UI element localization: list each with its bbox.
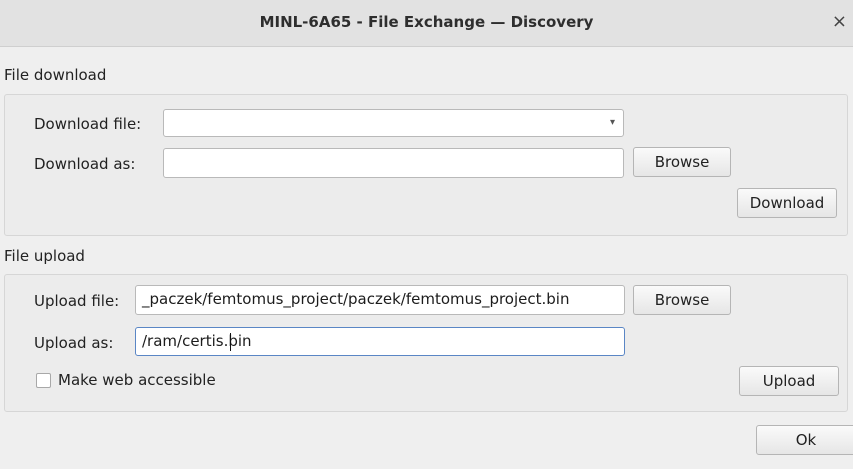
upload-browse-button[interactable]: Browse: [633, 285, 731, 315]
download-browse-button[interactable]: Browse: [633, 147, 731, 177]
make-web-accessible-checkbox[interactable]: [36, 373, 51, 388]
ok-button[interactable]: Ok: [756, 425, 853, 455]
upload-file-label: Upload file:: [34, 292, 120, 310]
make-web-accessible-label[interactable]: Make web accessible: [58, 371, 216, 389]
title-bar: MINL-6A65 - File Exchange — Discovery ×: [0, 0, 853, 47]
text-cursor: [230, 333, 231, 351]
download-button[interactable]: Download: [737, 188, 837, 218]
download-section-label: File download: [4, 66, 107, 84]
upload-as-input[interactable]: /ram/certis.bin: [135, 327, 625, 356]
download-file-label: Download file:: [34, 115, 142, 133]
upload-button[interactable]: Upload: [739, 366, 839, 396]
close-icon[interactable]: ×: [832, 11, 847, 32]
chevron-down-icon: ▾: [609, 117, 615, 128]
upload-as-label: Upload as:: [34, 334, 114, 352]
upload-file-input[interactable]: _paczek/femtomus_project/paczek/femtomus…: [135, 285, 625, 315]
download-as-input[interactable]: [163, 148, 624, 178]
download-file-combobox[interactable]: ▾: [163, 109, 624, 137]
window-title: MINL-6A65 - File Exchange — Discovery: [259, 13, 594, 31]
upload-section-label: File upload: [4, 247, 85, 265]
download-as-label: Download as:: [34, 155, 136, 173]
